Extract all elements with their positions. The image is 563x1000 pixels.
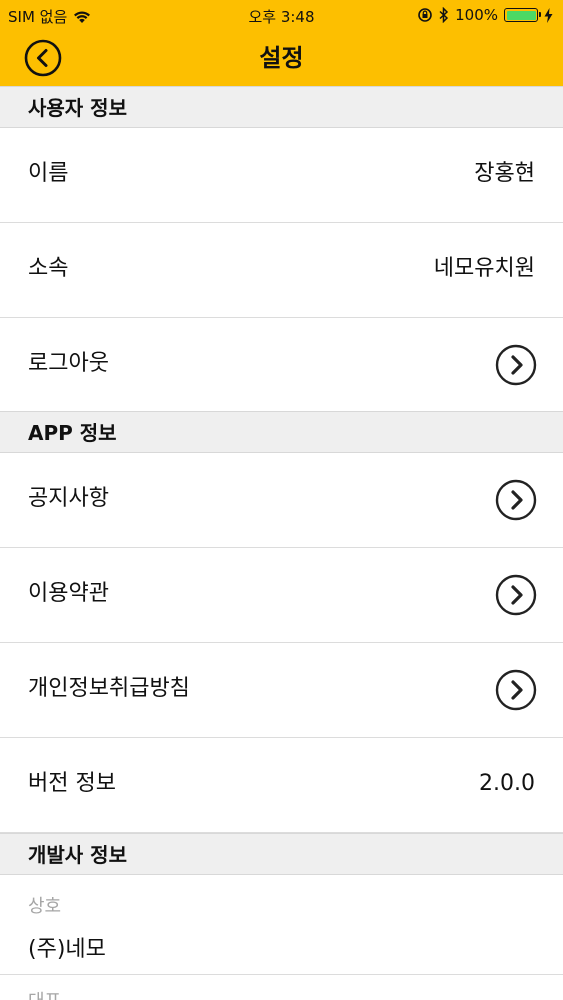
developer-ceo-row: 대표: [0, 975, 563, 1000]
row-label: 이름: [28, 161, 69, 186]
battery-icon: [504, 8, 541, 22]
row-logout[interactable]: 로그아웃: [0, 318, 563, 413]
battery-percent: 100%: [455, 6, 498, 24]
company-caption: 상호: [28, 896, 62, 917]
status-bar: SIM 없음 오후 3:48 100%: [0, 0, 563, 30]
row-value: 2.0.0: [479, 771, 535, 796]
row-name: 이름 장홍현: [0, 128, 563, 223]
section-header-label: 개발사 정보: [28, 843, 127, 867]
row-notice[interactable]: 공지사항: [0, 453, 563, 548]
row-label: 소속: [28, 256, 69, 281]
row-label: 로그아웃: [28, 351, 109, 376]
navigation-bar: 설정: [0, 30, 563, 86]
ceo-caption: 대표: [28, 987, 61, 1000]
row-value: 장홍현: [474, 161, 535, 186]
company-value: (주)네모: [28, 937, 106, 962]
page-title: 설정: [259, 44, 304, 72]
charging-bolt-icon: [544, 7, 553, 23]
row-privacy-policy[interactable]: 개인정보취급방침: [0, 643, 563, 738]
orientation-lock-icon: [418, 8, 432, 22]
bluetooth-icon: [439, 7, 449, 23]
chevron-right-circle-icon[interactable]: [495, 344, 537, 386]
section-header-label: 사용자 정보: [28, 96, 127, 120]
section-header-user: 사용자 정보: [0, 86, 563, 128]
row-terms[interactable]: 이용약관: [0, 548, 563, 643]
row-label: 이용약관: [28, 581, 109, 606]
chevron-right-circle-icon[interactable]: [495, 574, 537, 616]
row-label: 공지사항: [28, 486, 109, 511]
chevron-right-circle-icon[interactable]: [495, 669, 537, 711]
row-label: 버전 정보: [28, 771, 116, 796]
row-value: 네모유치원: [433, 256, 535, 281]
chevron-right-circle-icon[interactable]: [495, 479, 537, 521]
status-right: 100%: [417, 6, 553, 24]
row-label: 개인정보취급방침: [28, 676, 190, 701]
section-header-app: APP 정보: [0, 411, 563, 453]
section-header-developer: 개발사 정보: [0, 833, 563, 875]
section-header-label: APP 정보: [28, 421, 117, 445]
developer-company-row: 상호 (주)네모: [0, 875, 563, 975]
row-affiliation: 소속 네모유치원: [0, 223, 563, 318]
row-version: 버전 정보 2.0.0: [0, 738, 563, 833]
